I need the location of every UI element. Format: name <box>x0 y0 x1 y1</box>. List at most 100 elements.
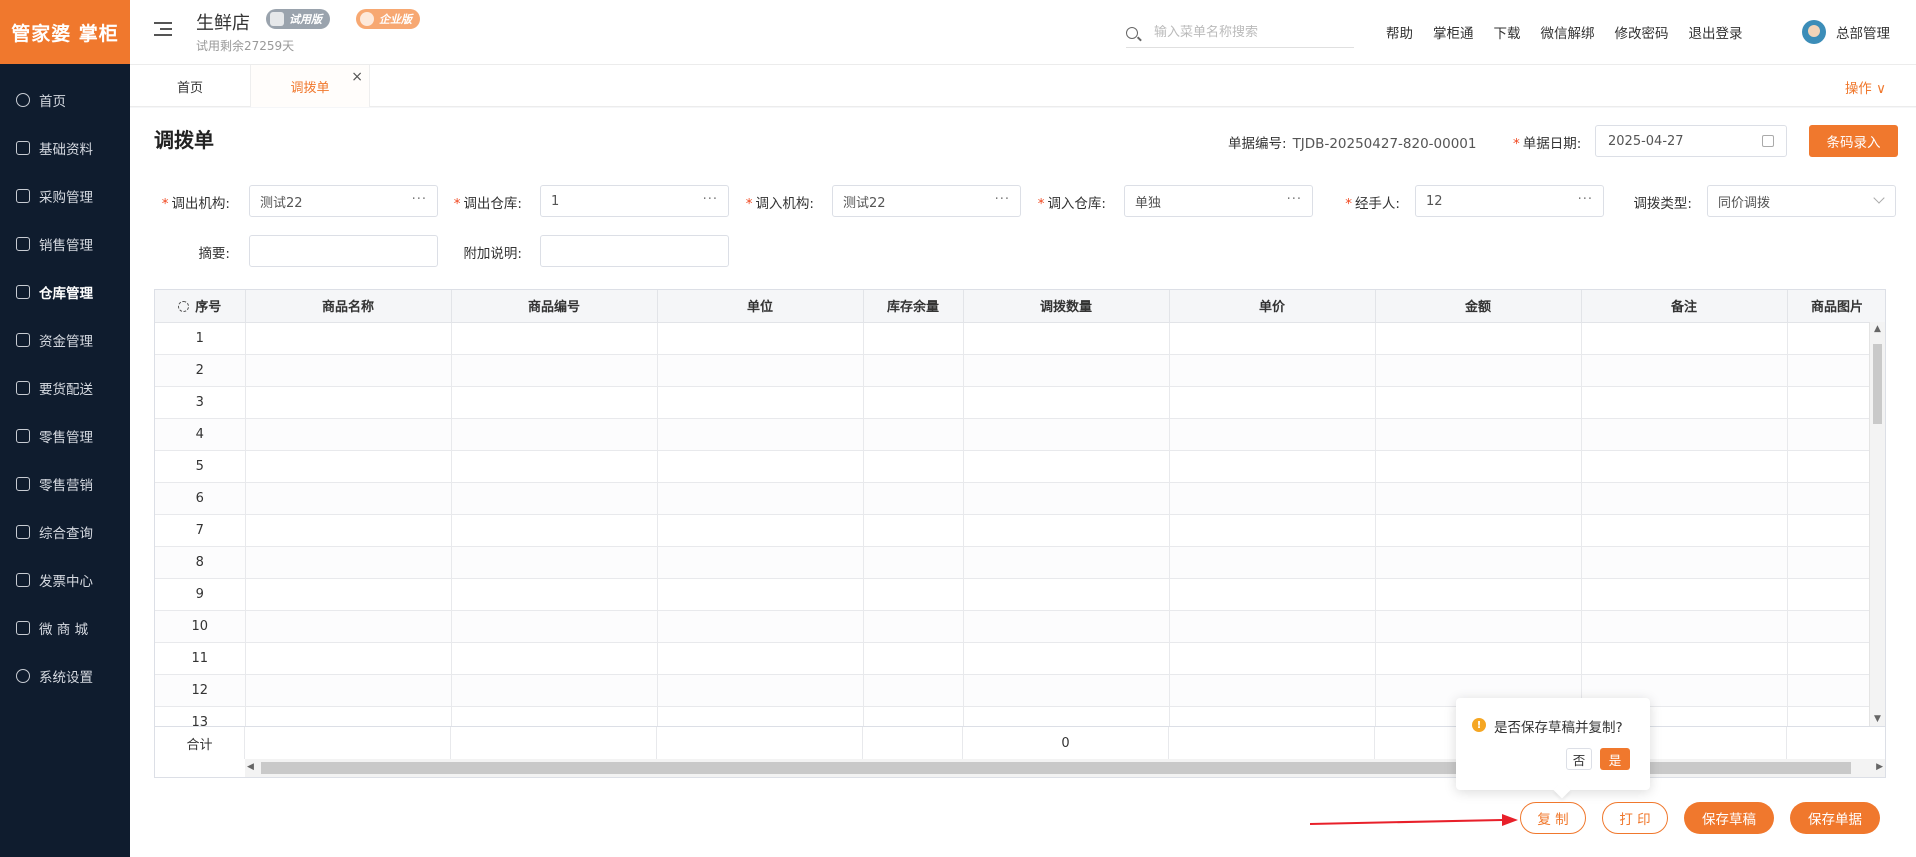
more-icon[interactable]: ··· <box>1578 192 1593 207</box>
page-title: 调拨单 <box>154 128 214 152</box>
table-vertical-scrollbar[interactable]: ▲ ▼ <box>1869 322 1885 726</box>
scroll-left-icon[interactable]: ◀ <box>247 762 254 772</box>
home-icon <box>16 141 30 155</box>
column-settings-icon[interactable] <box>178 301 190 313</box>
col-amount: 金额 <box>1375 290 1582 323</box>
print-button[interactable]: 打 印 <box>1602 802 1668 834</box>
save-draft-button[interactable]: 保存草稿 <box>1684 802 1774 834</box>
confirm-no-button[interactable]: 否 <box>1566 748 1592 770</box>
summary-input[interactable] <box>249 235 438 267</box>
out-warehouse-field[interactable]: 1 ··· <box>540 185 729 217</box>
table-row[interactable]: 2 <box>155 354 1885 387</box>
menu-search-input[interactable] <box>1154 25 1344 40</box>
vertical-scroll-thumb[interactable] <box>1873 344 1882 424</box>
handler-field[interactable]: 12 ··· <box>1415 185 1604 217</box>
scroll-up-icon[interactable]: ▲ <box>1874 324 1881 334</box>
out-org-field[interactable]: 测试22 ··· <box>249 185 438 217</box>
col-stock: 库存余量 <box>863 290 964 323</box>
table-row[interactable]: 10 <box>155 610 1885 643</box>
download-link[interactable]: 下载 <box>1494 22 1521 42</box>
col-seq[interactable]: 序号 <box>155 290 246 323</box>
menu-search <box>1126 18 1354 48</box>
tab-bar: 首页 调拨单 × 操作 ∨ <box>130 65 1916 107</box>
in-warehouse-field[interactable]: 单独 ··· <box>1124 185 1313 217</box>
doc-date-label: * 单据日期: <box>1513 136 1582 152</box>
top-bar: 生鲜店 试用版 企业版 试用剩余27259天 帮助 掌柜通 下载 微信解绑 修改… <box>130 0 1916 65</box>
table-row[interactable]: 11 <box>155 642 1885 675</box>
copy-button[interactable]: 复 制 <box>1520 802 1586 834</box>
sidebar-item-warehouse[interactable]: 仓库管理 <box>0 268 130 316</box>
items-grid: 序号 商品名称 商品编号 单位 库存余量 调拨数量 单价 金额 备注 商品图片 … <box>155 290 1885 739</box>
store-name: 生鲜店 <box>196 13 250 34</box>
star-icon <box>360 12 374 26</box>
help-link[interactable]: 帮助 <box>1386 22 1413 42</box>
sidebar-item-delivery[interactable]: 要货配送 <box>0 364 130 412</box>
search-icon <box>1126 26 1138 39</box>
scroll-down-icon[interactable]: ▼ <box>1874 714 1881 724</box>
confirm-message: 是否保存草稿并复制? <box>1494 720 1623 736</box>
more-icon[interactable]: ··· <box>1287 192 1302 207</box>
cart-icon <box>16 189 30 203</box>
table-row[interactable]: 3 <box>155 386 1885 419</box>
sidebar-item-basic-data[interactable]: 基础资料 <box>0 124 130 172</box>
monitor-icon <box>270 12 284 26</box>
annotation-arrow <box>1310 814 1518 826</box>
col-unit: 单位 <box>657 290 864 323</box>
confirm-yes-button[interactable]: 是 <box>1600 748 1630 770</box>
close-icon[interactable]: × <box>351 69 363 85</box>
in-org-field[interactable]: 测试22 ··· <box>832 185 1021 217</box>
more-icon[interactable]: ··· <box>995 192 1010 207</box>
barcode-entry-button[interactable]: 条码录入 <box>1809 125 1898 157</box>
save-document-button[interactable]: 保存单据 <box>1790 802 1880 834</box>
col-product-code: 商品编号 <box>451 290 658 323</box>
doc-number: 单据编号: TJDB-20250427-820-00001 <box>1228 132 1477 152</box>
out-warehouse-label: * 调出仓库: <box>453 196 522 212</box>
scroll-right-icon[interactable]: ▶ <box>1876 762 1883 772</box>
sidebar-item-query[interactable]: 综合查询 <box>0 508 130 556</box>
delivery-icon <box>16 381 30 395</box>
trial-badge: 试用版 <box>266 9 330 29</box>
summary-label: 摘要: <box>198 246 230 262</box>
tab-transfer-order[interactable]: 调拨单 × <box>250 65 370 107</box>
col-product-name: 商品名称 <box>245 290 452 323</box>
change-password-link[interactable]: 修改密码 <box>1615 22 1669 42</box>
sidebar-item-mall[interactable]: 微 商 城 <box>0 604 130 652</box>
more-icon[interactable]: ··· <box>703 192 718 207</box>
tab-home[interactable]: 首页 <box>130 65 250 107</box>
table-row[interactable]: 5 <box>155 450 1885 483</box>
col-unit-price: 单价 <box>1169 290 1376 323</box>
table-row[interactable]: 9 <box>155 578 1885 611</box>
table-row[interactable]: 6 <box>155 482 1885 515</box>
logout-link[interactable]: 退出登录 <box>1689 22 1743 42</box>
sidebar-item-funds[interactable]: 资金管理 <box>0 316 130 364</box>
table-row[interactable]: 8 <box>155 546 1885 579</box>
doc-date-picker[interactable]: 2025-04-27 <box>1595 125 1787 157</box>
table-row[interactable]: 1 <box>155 322 1885 355</box>
sidebar-item-home[interactable]: 首页 <box>0 76 130 124</box>
annotation-arrow-head <box>1502 814 1518 826</box>
gear-icon <box>16 669 30 683</box>
sidebar-item-invoice[interactable]: 发票中心 <box>0 556 130 604</box>
sidebar-item-settings[interactable]: 系统设置 <box>0 652 130 700</box>
menu-toggle-icon[interactable] <box>154 22 172 37</box>
operations-dropdown[interactable]: 操作 ∨ <box>1845 77 1886 97</box>
note-input[interactable] <box>540 235 729 267</box>
table-row[interactable]: 4 <box>155 418 1885 451</box>
in-warehouse-label: * 调入仓库: <box>1037 196 1106 212</box>
table-row[interactable]: 7 <box>155 514 1885 547</box>
sidebar-item-purchase[interactable]: 采购管理 <box>0 172 130 220</box>
user-menu[interactable]: 总部管理 <box>1802 20 1890 44</box>
more-icon[interactable]: ··· <box>412 192 427 207</box>
chevron-down-icon <box>1873 192 1885 204</box>
sidebar-item-sales[interactable]: 销售管理 <box>0 220 130 268</box>
sidebar-item-retail[interactable]: 零售管理 <box>0 412 130 460</box>
transfer-type-select[interactable]: 同价调拨 <box>1707 185 1896 217</box>
sidebar-item-marketing[interactable]: 零售营销 <box>0 460 130 508</box>
transfer-type-label: 调拨类型: <box>1633 196 1692 212</box>
total-transfer-qty: 0 <box>963 727 1169 759</box>
out-org-label: * 调出机构: <box>161 196 230 212</box>
total-label: 合计 <box>155 727 245 759</box>
zhangguitong-link[interactable]: 掌柜通 <box>1433 22 1474 42</box>
wechat-unbind-link[interactable]: 微信解绑 <box>1541 22 1595 42</box>
warning-icon: ! <box>1472 718 1486 732</box>
